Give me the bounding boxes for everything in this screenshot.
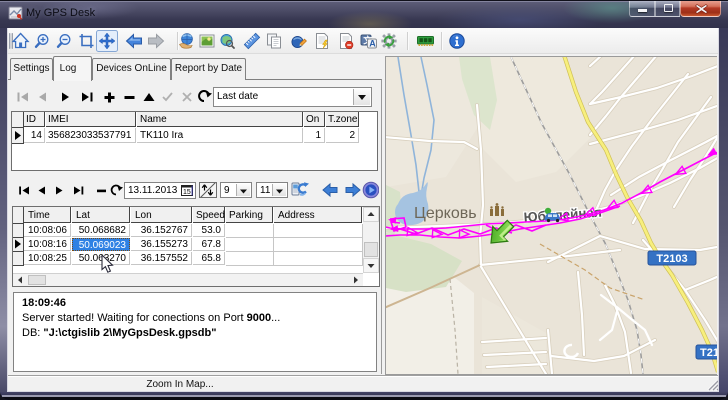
svg-text:15: 15 xyxy=(183,189,191,196)
svg-text:T2103: T2103 xyxy=(656,253,687,265)
svg-text:Церковь: Церковь xyxy=(414,205,477,222)
svg-text:T21: T21 xyxy=(700,347,717,359)
svg-text:A: A xyxy=(369,38,376,48)
